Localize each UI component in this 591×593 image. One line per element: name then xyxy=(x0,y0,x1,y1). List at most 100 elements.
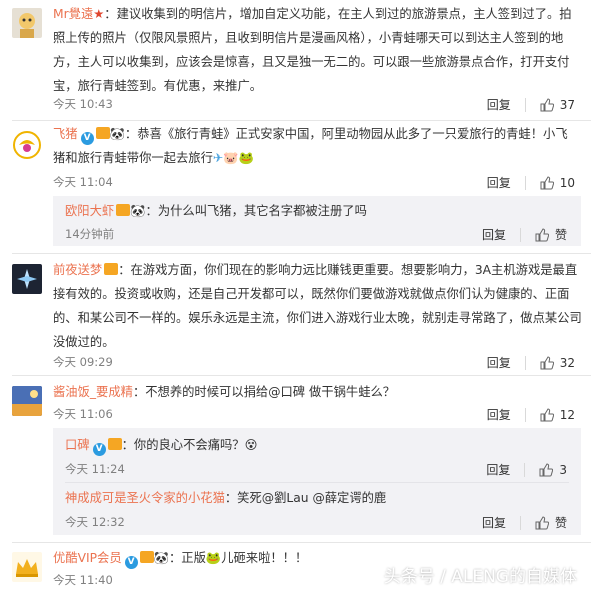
reply-thread: 欧阳大虾 🐼：为什么叫飞猪，其它名字都被注册了吗 14分钟前 回复 赞 xyxy=(53,196,581,246)
avatar[interactable] xyxy=(12,130,42,160)
comment-actions: 回复 12 xyxy=(487,406,575,423)
verified-icon: V xyxy=(92,442,106,456)
panda-emoji-icon: 🐼 xyxy=(130,204,146,218)
comment-text: 没做过的。 xyxy=(53,335,115,349)
reply-button[interactable]: 回复 xyxy=(482,514,506,531)
divider xyxy=(524,355,526,370)
divider xyxy=(65,482,569,483)
like-count: 3 xyxy=(559,462,567,477)
comment-actions: 回复 10 xyxy=(487,174,575,191)
airplane-icon: ✈ xyxy=(212,151,224,165)
divider xyxy=(524,462,526,477)
avatar[interactable] xyxy=(12,386,42,416)
username[interactable]: 前夜送梦 xyxy=(53,263,102,277)
comment-text: 接有效的。投资或收购，还是自己开发都可以，既然你们要做游戏就做点你们认为健康的、… xyxy=(53,287,570,301)
like-count: 37 xyxy=(559,97,575,112)
like-label: 赞 xyxy=(554,228,567,242)
comment-text: 儿砸来啦！！！ xyxy=(221,551,308,565)
vip-badge-icon xyxy=(95,127,110,139)
avatar[interactable] xyxy=(12,8,42,38)
like-count: 10 xyxy=(559,175,575,190)
avatar[interactable] xyxy=(12,552,42,582)
username[interactable]: 欧阳大虾 xyxy=(65,204,114,218)
like-button[interactable]: 赞 xyxy=(535,514,567,531)
divider xyxy=(519,227,521,242)
divider xyxy=(12,542,591,543)
thumbs-up-icon xyxy=(540,355,554,369)
username[interactable]: 口碑 xyxy=(65,438,90,452)
divider xyxy=(12,253,591,254)
thumbs-up-icon xyxy=(535,515,549,529)
reply-text: ：你的良心不会痛吗？ xyxy=(121,438,245,452)
reply-button[interactable]: 回复 xyxy=(487,406,511,423)
watermark: 头条号 / ALENG的自媒体 xyxy=(383,567,577,587)
comment-text: 猪和旅行青蛙带你一起去旅行 xyxy=(53,151,213,165)
timestamp: 今天 12:32 xyxy=(65,515,125,529)
comment-body: 飞猪 V 🐼：恭喜《旅行青蛙》正式安家中国，阿里动物园从此多了一只爱旅行的青蛙！小飞… xyxy=(53,122,573,170)
comment-actions: 回复 37 xyxy=(487,96,575,113)
comment-body: Mr覺遠★：建议收集到的明信片，增加自定义功能，在主人到过的旅游景点，主人签到过… xyxy=(53,2,573,98)
timestamp: 今天 11:40 xyxy=(53,573,113,587)
like-label: 赞 xyxy=(554,516,567,530)
username[interactable]: Mr覺遠 xyxy=(53,7,93,21)
timestamp: 今天 11:06 xyxy=(53,407,113,421)
star-badge-icon: ★ xyxy=(93,7,105,21)
reply-button[interactable]: 回复 xyxy=(487,174,511,191)
comment-text: 方，主人可以收集到，应该会是惊喜，且又是独一无二的。可以跟一些旅游景点合作，打开… xyxy=(53,55,570,69)
divider xyxy=(519,515,521,530)
timestamp: 今天 10:43 xyxy=(53,97,113,111)
username[interactable]: 优酷VIP会员 xyxy=(53,551,122,565)
reply-button[interactable]: 回复 xyxy=(486,461,510,478)
divider xyxy=(12,120,591,121)
divider xyxy=(524,175,526,190)
verified-icon: V xyxy=(80,131,94,145)
like-button[interactable]: 32 xyxy=(540,356,575,370)
vip-badge-icon xyxy=(116,204,131,216)
thumbs-up-icon xyxy=(540,175,554,189)
thumbs-up-icon xyxy=(540,407,554,421)
frog-emoji-icon: 🐸 xyxy=(205,551,222,565)
panda-emoji-icon: 🐼 xyxy=(109,127,125,141)
vip-badge-icon xyxy=(107,438,122,450)
username[interactable]: 神成成可是圣火令家的小花猫 xyxy=(65,491,225,505)
vip-badge-icon xyxy=(139,551,154,563)
timestamp: 今天 11:24 xyxy=(65,462,125,476)
comment-text: ：建议收集到的明信片，增加自定义功能，在主人到过的旅游景点，主人签到过了。拍 xyxy=(104,7,572,21)
verified-icon: V xyxy=(124,555,138,569)
like-count: 32 xyxy=(559,355,575,370)
panda-emoji-icon: 🐼 xyxy=(153,551,169,565)
timestamp: 14分钟前 xyxy=(65,227,115,241)
like-button[interactable]: 10 xyxy=(540,176,575,190)
pig-emoji-icon: 🐷 xyxy=(223,151,239,165)
comment-text: ：不想养的时候可以捐给@口碑 做干锅牛蛙么？ xyxy=(132,385,396,399)
reply-button[interactable]: 回复 xyxy=(482,226,506,243)
reply-button[interactable]: 回复 xyxy=(487,96,511,113)
timestamp: 今天 09:29 xyxy=(53,355,113,369)
comment-text: 照上传的照片（仅限风景照片，且收到明信片是漫画风格），小青蛙哪天可以到达主人签到… xyxy=(53,31,564,45)
comment-body: 酱油饭_要成精：不想养的时候可以捐给@口碑 做干锅牛蛙么？ xyxy=(53,380,573,404)
like-button[interactable]: 12 xyxy=(540,408,575,422)
like-button[interactable]: 3 xyxy=(539,463,567,477)
reply-actions: 回复 赞 xyxy=(482,226,567,243)
reply-actions: 回复 3 xyxy=(486,461,567,478)
username[interactable]: 飞猪 xyxy=(53,127,78,141)
like-count: 12 xyxy=(559,407,575,422)
reply-button[interactable]: 回复 xyxy=(487,354,511,371)
sticker-emoji-icon: 😵 xyxy=(244,438,258,452)
divider xyxy=(524,97,526,112)
timestamp: 今天 11:04 xyxy=(53,175,113,189)
thumbs-up-icon xyxy=(535,227,549,241)
comment-text: ：正版 xyxy=(168,551,206,565)
thumbs-up-icon xyxy=(539,462,554,476)
thumbs-up-icon xyxy=(540,97,554,111)
divider xyxy=(524,407,526,422)
like-button[interactable]: 37 xyxy=(540,98,575,112)
vip-badge-icon xyxy=(104,263,119,275)
divider xyxy=(12,375,591,376)
like-button[interactable]: 赞 xyxy=(535,226,567,243)
reply-text: ：为什么叫飞猪，其它名字都被注册了吗 xyxy=(145,204,367,218)
username[interactable]: 酱油饭_要成精 xyxy=(53,385,133,399)
comment-text: 宝，旅行青蛙签到。有优惠，来推广。 xyxy=(53,79,263,93)
comment-text: ：在游戏方面，你们现在的影响力远比赚钱更重要。想要影响力，3A主机游戏是最直 xyxy=(118,263,578,277)
avatar[interactable] xyxy=(12,264,42,294)
